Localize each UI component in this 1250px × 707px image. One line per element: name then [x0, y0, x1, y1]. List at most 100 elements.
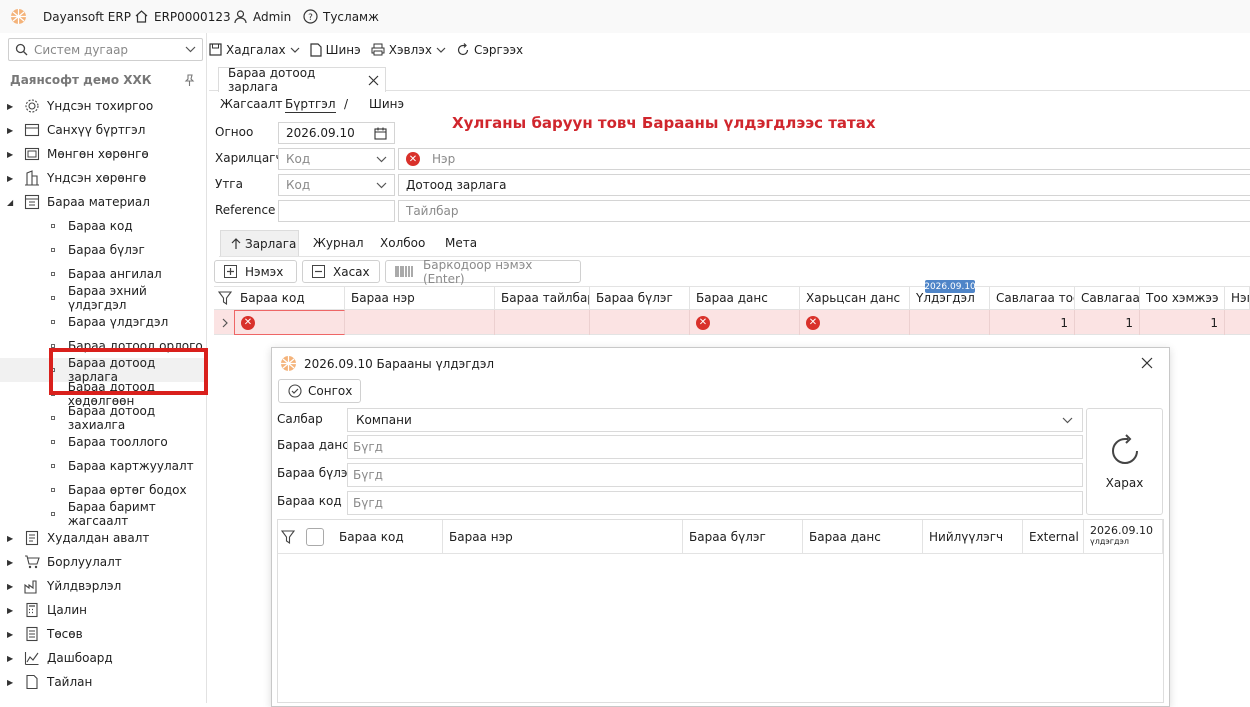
- close-icon[interactable]: [368, 75, 379, 86]
- sidebar-group[interactable]: ▶ Үйлдвэрлэл: [0, 574, 206, 598]
- calendar-icon[interactable]: [374, 127, 387, 140]
- user-menu[interactable]: Admin: [233, 0, 291, 33]
- system-code-link[interactable]: ERP0000123: [134, 0, 231, 33]
- cell-item-name[interactable]: [345, 310, 495, 335]
- help-link[interactable]: ? Тусламж: [303, 0, 379, 33]
- grid-column-header[interactable]: Савлагаа тоо: [990, 286, 1075, 310]
- chevron-right-icon[interactable]: ▶: [7, 630, 19, 639]
- grid-column-header[interactable]: Бараа тайлбар: [495, 286, 590, 310]
- search-input[interactable]: Систем дугаар: [8, 38, 203, 61]
- sidebar-group[interactable]: ◢ Бараа материал: [0, 190, 206, 214]
- chevron-right-icon[interactable]: ▶: [7, 174, 19, 183]
- cell-qty[interactable]: 1: [1140, 310, 1225, 335]
- cell-item-account[interactable]: ✕: [690, 310, 800, 335]
- sidebar-group[interactable]: ▶ Санхүү бүртгэл: [0, 118, 206, 142]
- tab-journal[interactable]: Журнал: [313, 230, 364, 256]
- chevron-right-icon[interactable]: ▶: [7, 678, 19, 687]
- add-button[interactable]: Нэмэх: [214, 260, 297, 283]
- sidebar-group[interactable]: ▶ Үндсэн тохиргоо: [0, 94, 206, 118]
- filter-icon[interactable]: [218, 291, 232, 305]
- refresh-button[interactable]: Сэргээх: [456, 43, 523, 57]
- sidebar-group[interactable]: ▶ Дашбоард: [0, 646, 206, 670]
- dialog-grid-column-header[interactable]: External c: [1023, 520, 1084, 554]
- chevron-down-icon[interactable]: ◢: [7, 198, 19, 207]
- print-button[interactable]: Хэвлэх: [371, 43, 446, 57]
- tab-bara-dotood-zarlaga[interactable]: Бараа дотоод зарлага: [218, 66, 386, 94]
- sidebar-item[interactable]: Бараа өртөг бодох: [0, 478, 206, 502]
- tab-meta[interactable]: Мета: [445, 230, 477, 256]
- barcode-input[interactable]: Баркодоор нэмэх (Enter): [385, 258, 581, 286]
- new-button[interactable]: Шинэ: [310, 43, 361, 57]
- dialog-grid-column-header[interactable]: Бараа нэр: [443, 520, 683, 554]
- cell-pack[interactable]: 1: [1075, 310, 1140, 335]
- grid-column-header[interactable]: Бараа бүлэг: [590, 286, 690, 310]
- view-button[interactable]: Харах: [1086, 408, 1163, 515]
- reference-field[interactable]: [278, 200, 395, 222]
- cell-item-code[interactable]: ✕: [234, 310, 345, 335]
- partner-code-field[interactable]: Код: [278, 148, 395, 170]
- sidebar-group[interactable]: ▶ Борлуулалт: [0, 550, 206, 574]
- chevron-right-icon[interactable]: ▶: [7, 126, 19, 135]
- save-button[interactable]: Хадгалах: [209, 43, 300, 57]
- chevron-right-icon[interactable]: ▶: [7, 558, 19, 567]
- type-value-field[interactable]: Дотоод зарлага: [398, 174, 1250, 196]
- grid-column-header[interactable]: Харьцсан данс: [800, 286, 910, 310]
- dialog-grid-column-header[interactable]: Нийлүүлэгч: [923, 520, 1023, 554]
- chevron-right-icon[interactable]: ▶: [7, 534, 19, 543]
- tab-zarlaga[interactable]: Зарлага: [220, 230, 299, 256]
- sidebar-group[interactable]: ▶ Үндсэн хөрөнгө: [0, 166, 206, 190]
- sidebar-group[interactable]: ▶ Төсөв: [0, 622, 206, 646]
- select-button[interactable]: Сонгох: [278, 379, 361, 403]
- sidebar-group[interactable]: ▶ Худалдан авалт: [0, 526, 206, 550]
- tab-links[interactable]: Холбоо: [380, 230, 425, 256]
- description-field[interactable]: Тайлбар: [398, 200, 1250, 222]
- chevron-right-icon[interactable]: ▶: [7, 582, 19, 591]
- account-field[interactable]: Бүгд: [347, 435, 1083, 459]
- grid-column-header[interactable]: Бараа данс: [690, 286, 800, 310]
- sidebar-item[interactable]: Бараа дотоод захиалга: [0, 404, 206, 432]
- sidebar-item[interactable]: Бараа үлдэгдэл: [0, 310, 206, 334]
- dialog-grid-column-header[interactable]: Бараа код: [333, 520, 443, 554]
- cell-item-group[interactable]: [590, 310, 690, 335]
- grid-column-header[interactable]: Тоо хэмжээ: [1140, 286, 1225, 310]
- sidebar-item[interactable]: Бараа бүлэг: [0, 238, 206, 262]
- grid-column-header[interactable]: Нэг: [1225, 286, 1250, 310]
- cell-pack-qty[interactable]: 1: [990, 310, 1075, 335]
- remove-button[interactable]: Хасах: [302, 260, 380, 283]
- partner-name-field[interactable]: ✕ Нэр: [398, 148, 1250, 170]
- sidebar-item[interactable]: Бараа эхний үлдэгдэл: [0, 284, 206, 312]
- select-all-checkbox[interactable]: [306, 528, 324, 546]
- date-field[interactable]: 2026.09.10: [278, 122, 395, 144]
- sidebar-group[interactable]: ▶ Цалин: [0, 598, 206, 622]
- grid-column-header[interactable]: Бараа нэр: [345, 286, 495, 310]
- sidebar-item[interactable]: Бараа картжуулалт: [0, 454, 206, 478]
- register-link[interactable]: Бүртгэл: [285, 97, 336, 113]
- cell-item-desc[interactable]: [495, 310, 590, 335]
- chevron-right-icon[interactable]: ▶: [7, 102, 19, 111]
- chevron-right-icon[interactable]: ▶: [7, 150, 19, 159]
- pin-icon[interactable]: [183, 74, 196, 87]
- sidebar-item[interactable]: Бараа ангилал: [0, 262, 206, 286]
- row-expand-icon[interactable]: [221, 318, 229, 328]
- chevron-right-icon[interactable]: ▶: [7, 654, 19, 663]
- sidebar-group[interactable]: ▶ Мөнгөн хөрөнгө: [0, 142, 206, 166]
- dialog-grid-column-header[interactable]: Бараа бүлэг: [683, 520, 803, 554]
- sidebar-item[interactable]: Бараа код: [0, 214, 206, 238]
- group-field[interactable]: Бүгд: [347, 463, 1083, 487]
- sidebar-item[interactable]: Бараа баримт жагсаалт: [0, 500, 206, 528]
- grid-column-header[interactable]: Савлагаа: [1075, 286, 1140, 310]
- sidebar-item[interactable]: Бараа тооллого: [0, 430, 206, 454]
- code-field[interactable]: Бүгд: [347, 491, 1083, 515]
- cell-offset-account[interactable]: ✕: [800, 310, 910, 335]
- filter-icon[interactable]: [281, 530, 295, 544]
- dialog-close-icon[interactable]: [1141, 357, 1153, 369]
- list-link[interactable]: Жагсаалт: [220, 97, 283, 111]
- type-code-field[interactable]: Код: [278, 174, 395, 196]
- new-link[interactable]: Шинэ: [369, 97, 404, 111]
- branch-select[interactable]: Компани: [347, 408, 1083, 432]
- dialog-col-balance[interactable]: 2026.09.10 үлдэгдэл: [1084, 520, 1163, 554]
- sidebar-group[interactable]: ▶ Тайлан: [0, 670, 206, 694]
- grid-column-header[interactable]: Бараа код: [234, 286, 345, 310]
- chevron-right-icon[interactable]: ▶: [7, 606, 19, 615]
- dialog-grid-column-header[interactable]: Бараа данс: [803, 520, 923, 554]
